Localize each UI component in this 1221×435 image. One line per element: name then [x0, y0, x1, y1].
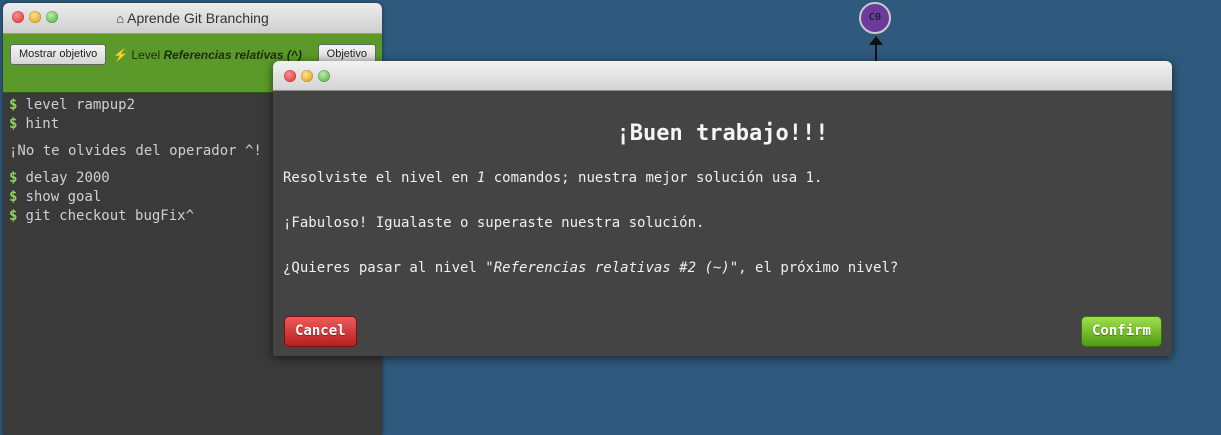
confirm-button[interactable]: Confirm [1080, 316, 1162, 347]
show-goal-button[interactable]: Mostrar objetivo [10, 44, 107, 65]
result-text-a: Resolviste el nivel en [283, 170, 477, 186]
window-title: ⌂ Aprende Git Branching [3, 10, 382, 26]
close-dialog-icon[interactable] [284, 70, 296, 82]
level-prefix: Level [131, 48, 164, 62]
level-name: Referencias relativas (^) [163, 48, 302, 62]
level-complete-dialog: ¡Buen trabajo!!! Resolviste el nivel en … [273, 61, 1172, 356]
minimize-dialog-icon[interactable] [301, 70, 313, 82]
prompt-symbol: $ [9, 97, 18, 113]
dialog-body: ¡Buen trabajo!!! Resolviste el nivel en … [273, 121, 1172, 276]
maximize-dialog-icon[interactable] [318, 70, 330, 82]
commit-arrow-head [869, 36, 883, 45]
command-text: hint [25, 116, 60, 132]
result-text-b: comandos; nuestra mejor solución usa 1. [485, 170, 823, 186]
prompt-symbol: $ [9, 208, 18, 224]
command-text: git checkout bugFix^ [25, 208, 195, 224]
next-level-question: ¿Quieres pasar al nivel "Referencias rel… [283, 260, 1162, 276]
command-text: delay 2000 [25, 170, 110, 186]
cancel-button[interactable]: Cancel [284, 316, 357, 347]
prompt-symbol: $ [9, 189, 18, 205]
window-title-text: Aprende Git Branching [127, 10, 269, 26]
dialog-titlebar[interactable] [273, 61, 1172, 91]
commit-node-c0[interactable]: C0 [859, 2, 891, 34]
window-titlebar[interactable]: ⌂ Aprende Git Branching [3, 3, 382, 34]
next-text-a: ¿Quieres pasar al nivel [283, 260, 486, 276]
dialog-window-controls [284, 70, 330, 82]
bolt-icon: ⚡ [113, 48, 129, 62]
next-text-b: , el próximo nivel? [738, 260, 899, 276]
praise-message: ¡Fabuloso! Igualaste o superaste nuestra… [283, 215, 705, 231]
prompt-symbol: $ [9, 170, 18, 186]
result-message: Resolviste el nivel en 1 comandos; nuest… [283, 170, 1162, 186]
next-level-name: "Referencias relativas #2 (~)" [485, 260, 739, 276]
command-text: show goal [25, 189, 102, 205]
dialog-heading: ¡Buen trabajo!!! [616, 121, 829, 146]
home-icon: ⌂ [116, 11, 125, 26]
level-title: ⚡ Level Referencias relativas (^) [103, 48, 312, 62]
prompt-symbol: $ [9, 116, 18, 132]
command-text: level rampup2 [25, 97, 136, 113]
